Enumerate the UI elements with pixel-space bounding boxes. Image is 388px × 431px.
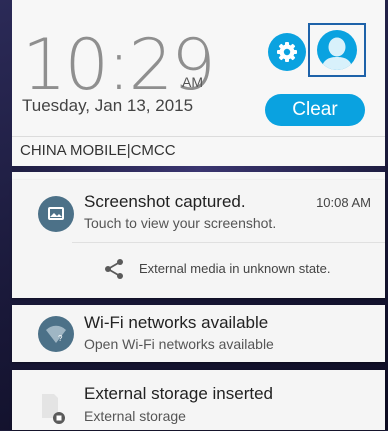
image-icon xyxy=(38,196,74,232)
settings-button[interactable] xyxy=(268,33,306,71)
user-avatar-button[interactable] xyxy=(308,23,366,77)
separator-strip xyxy=(12,166,385,172)
notification-screenshot[interactable]: Screenshot captured. 10:08 AM Touch to v… xyxy=(12,180,385,298)
clear-notifications-button[interactable]: Clear xyxy=(265,94,365,126)
notification-action[interactable]: External media in unknown state. xyxy=(72,243,385,298)
header-divider xyxy=(12,136,385,137)
notification-title: Wi-Fi networks available xyxy=(84,313,269,332)
notification-text: External storage xyxy=(84,408,186,424)
sd-card-icon xyxy=(38,390,74,426)
person-icon xyxy=(321,37,353,70)
date-label: Tuesday, Jan 13, 2015 xyxy=(22,96,194,115)
svg-text:?: ? xyxy=(58,334,63,343)
notification-text: Touch to view your screenshot. xyxy=(84,215,277,231)
notification-title: External storage inserted xyxy=(84,384,273,403)
notification-wifi[interactable]: ? Wi-Fi networks available Open Wi-Fi ne… xyxy=(12,305,385,362)
notification-text: Open Wi-Fi networks available xyxy=(84,336,274,352)
notification-title: Screenshot captured. xyxy=(84,192,246,211)
gear-icon xyxy=(277,42,297,62)
notification-action-label: External media in unknown state. xyxy=(139,261,331,276)
wifi-icon: ? xyxy=(38,316,74,352)
carrier-label: CHINA MOBILE|CMCC xyxy=(20,142,176,159)
notification-storage[interactable]: External storage inserted External stora… xyxy=(12,370,385,430)
clock-ampm: AM xyxy=(182,74,203,90)
notification-time: 10:08 AM xyxy=(316,195,371,210)
avatar xyxy=(317,30,357,70)
share-icon xyxy=(105,259,123,279)
